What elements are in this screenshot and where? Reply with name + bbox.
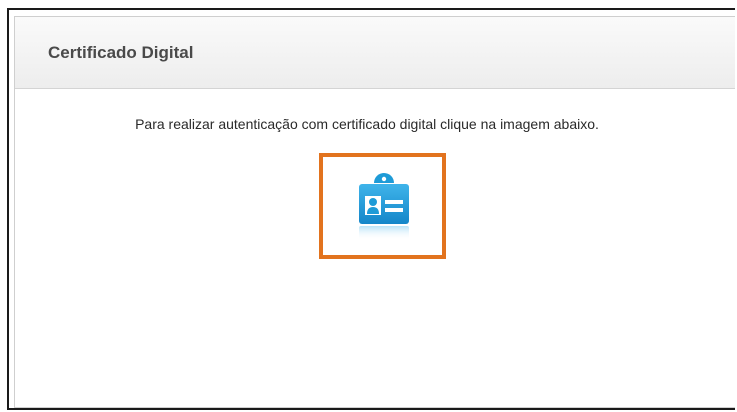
certificate-panel: Certificado Digital Para realizar autent… [14,16,735,408]
id-card-icon [359,173,409,240]
instruction-text: Para realizar autenticação com certifica… [135,116,599,132]
panel-header: Certificado Digital [15,17,735,89]
panel-title: Certificado Digital [48,42,194,62]
panel-body: Para realizar autenticação com certifica… [15,89,735,407]
digital-certificate-button[interactable] [319,153,446,259]
